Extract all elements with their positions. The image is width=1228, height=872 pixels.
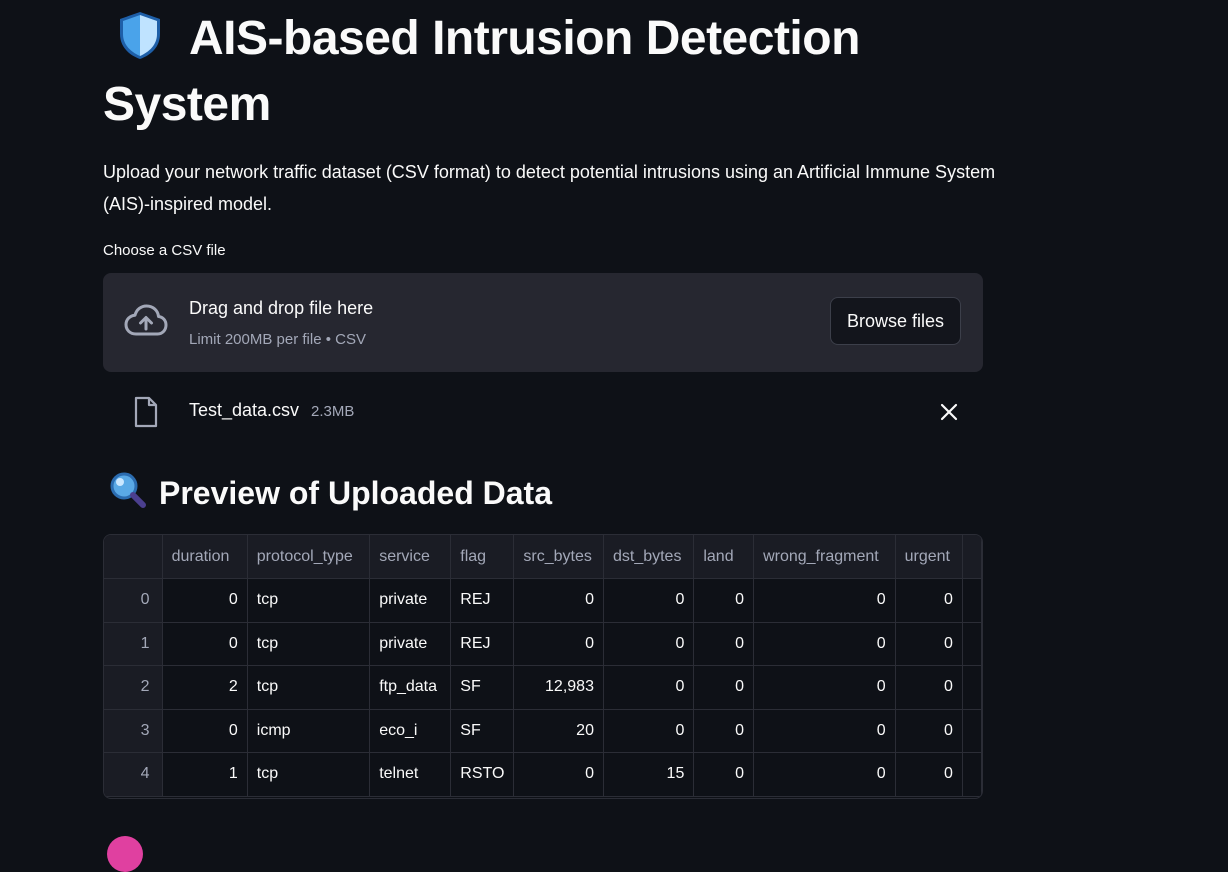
table-cell[interactable]: eco_i bbox=[369, 709, 452, 753]
close-icon[interactable] bbox=[939, 402, 959, 422]
table-cell[interactable]: 0 bbox=[603, 622, 695, 666]
table-cell[interactable]: 0 bbox=[753, 752, 896, 797]
file-name: Test_data.csv bbox=[189, 400, 300, 420]
row-index: 4 bbox=[104, 752, 163, 797]
table-cell[interactable]: 0 bbox=[162, 622, 248, 666]
table-cell[interactable]: tcp bbox=[247, 622, 371, 666]
cloud-upload-icon bbox=[123, 303, 169, 339]
uploaded-file: Test_data.csv 2.3MB bbox=[103, 390, 983, 434]
table-cell[interactable]: telnet bbox=[369, 752, 452, 797]
column-header[interactable]: dst_bytes bbox=[603, 535, 695, 579]
table-cell[interactable]: SF bbox=[450, 665, 515, 710]
file-size: 2.3MB bbox=[311, 403, 355, 420]
column-header[interactable]: service bbox=[369, 535, 452, 579]
row-index: 3 bbox=[104, 709, 163, 753]
overflow-cell bbox=[962, 622, 982, 666]
column-header[interactable]: duration bbox=[162, 535, 248, 579]
table-cell[interactable]: private bbox=[369, 578, 452, 623]
row-index: 2 bbox=[104, 665, 163, 710]
table-cell[interactable]: 12,983 bbox=[513, 665, 604, 710]
table-cell[interactable]: 0 bbox=[895, 578, 963, 623]
table-cell[interactable]: icmp bbox=[247, 709, 371, 753]
table-row: 0 0 tcp private REJ 0 0 0 0 0 bbox=[104, 578, 982, 623]
overflow-cell bbox=[962, 752, 982, 797]
overflow-column bbox=[962, 535, 982, 579]
column-header[interactable]: land bbox=[693, 535, 755, 579]
overflow-cell bbox=[962, 578, 982, 623]
table-cell[interactable]: 0 bbox=[603, 709, 695, 753]
table-cell[interactable]: tcp bbox=[247, 665, 371, 710]
table-cell[interactable]: 0 bbox=[753, 578, 896, 623]
table-cell[interactable]: 0 bbox=[162, 709, 248, 753]
table-cell[interactable]: 0 bbox=[603, 578, 695, 623]
table-cell[interactable]: 0 bbox=[895, 752, 963, 797]
table-cell[interactable]: SF bbox=[450, 709, 515, 753]
overflow-cell bbox=[962, 709, 982, 753]
dropzone-instructions: Drag and drop file here bbox=[189, 298, 374, 318]
table-cell[interactable]: 0 bbox=[693, 752, 755, 797]
table-cell[interactable]: tcp bbox=[247, 752, 371, 797]
data-preview-table[interactable]: duration protocol_type service flag src_… bbox=[103, 534, 983, 799]
table-cell[interactable]: 1 bbox=[162, 752, 248, 797]
row-index: 0 bbox=[104, 578, 163, 623]
table-cell[interactable]: 0 bbox=[603, 665, 695, 710]
table-row: 4 1 tcp telnet RSTO 0 15 0 0 0 bbox=[104, 752, 982, 797]
page-title-text: AIS-based Intrusion Detection System bbox=[103, 12, 860, 131]
file-dropzone[interactable]: Drag and drop file here Limit 200MB per … bbox=[103, 273, 983, 372]
table-cell[interactable]: 0 bbox=[513, 578, 604, 623]
table-cell[interactable]: 0 bbox=[753, 665, 896, 710]
table-cell[interactable]: 0 bbox=[753, 709, 896, 753]
table-row: 1 0 tcp private REJ 0 0 0 0 0 bbox=[104, 622, 982, 666]
table-cell[interactable]: tcp bbox=[247, 578, 371, 623]
preview-heading-text: Preview of Uploaded Data bbox=[159, 475, 552, 511]
table-cell[interactable]: 0 bbox=[753, 622, 896, 666]
table-cell[interactable]: 0 bbox=[895, 665, 963, 710]
page-title: AIS-based Intrusion Detection System bbox=[103, 6, 1003, 138]
dropzone-limit: Limit 200MB per file • CSV bbox=[189, 331, 366, 348]
table-row: 2 2 tcp ftp_data SF 12,983 0 0 0 0 bbox=[104, 665, 982, 710]
table-cell[interactable]: 2 bbox=[162, 665, 248, 710]
table-cell[interactable]: private bbox=[369, 622, 452, 666]
row-index: 1 bbox=[104, 622, 163, 666]
next-section-emoji-icon bbox=[107, 836, 143, 872]
uploader-label: Choose a CSV file bbox=[103, 242, 226, 259]
file-icon bbox=[133, 396, 159, 428]
column-header[interactable]: wrong_fragment bbox=[753, 535, 896, 579]
index-header bbox=[104, 535, 163, 579]
table-cell[interactable]: RSTO bbox=[450, 752, 515, 797]
shield-icon bbox=[117, 10, 163, 60]
page-description: Upload your network traffic dataset (CSV… bbox=[103, 162, 996, 214]
column-header[interactable]: flag bbox=[450, 535, 515, 579]
table-cell[interactable]: REJ bbox=[450, 578, 515, 623]
table-cell[interactable]: 15 bbox=[603, 752, 695, 797]
column-header[interactable]: urgent bbox=[895, 535, 963, 579]
column-header[interactable]: src_bytes bbox=[513, 535, 604, 579]
table-cell[interactable]: 0 bbox=[693, 665, 755, 710]
table-cell[interactable]: REJ bbox=[450, 622, 515, 666]
table-cell[interactable]: 0 bbox=[513, 622, 604, 666]
preview-heading: Preview of Uploaded Data bbox=[103, 470, 552, 516]
table-cell[interactable]: 0 bbox=[693, 578, 755, 623]
table-cell[interactable]: 0 bbox=[693, 622, 755, 666]
table-cell[interactable]: 0 bbox=[513, 752, 604, 797]
magnifier-icon bbox=[107, 470, 147, 510]
table-cell[interactable]: 20 bbox=[513, 709, 604, 753]
table-header-row: duration protocol_type service flag src_… bbox=[104, 535, 982, 579]
table-cell[interactable]: ftp_data bbox=[369, 665, 452, 710]
column-header[interactable]: protocol_type bbox=[247, 535, 371, 579]
table-cell[interactable]: 0 bbox=[895, 622, 963, 666]
table-cell[interactable]: 0 bbox=[693, 709, 755, 753]
overflow-cell bbox=[962, 665, 982, 710]
table-cell[interactable]: 0 bbox=[162, 578, 248, 623]
table-row: 3 0 icmp eco_i SF 20 0 0 0 0 bbox=[104, 709, 982, 753]
table-cell[interactable]: 0 bbox=[895, 709, 963, 753]
browse-files-button[interactable]: Browse files bbox=[830, 297, 961, 345]
